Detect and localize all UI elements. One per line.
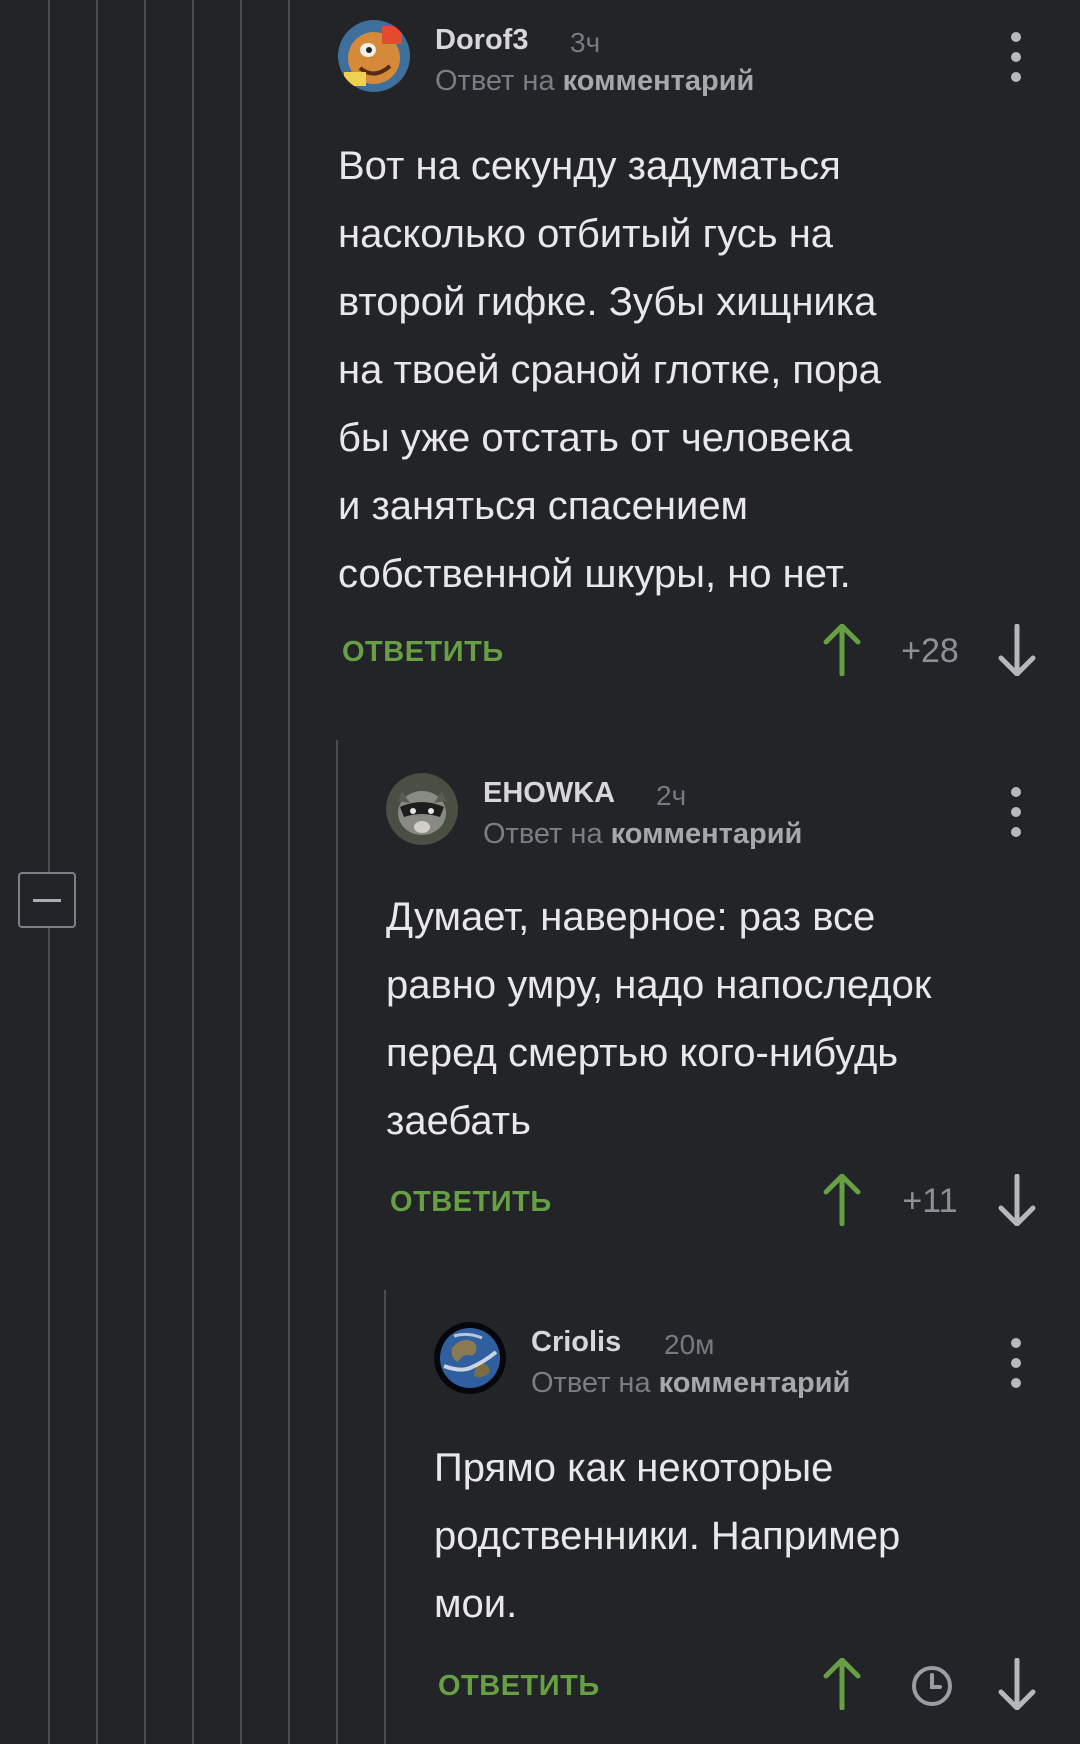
thread-line — [192, 0, 194, 1744]
reply-target-link[interactable]: комментарий — [659, 1367, 851, 1399]
earth-avatar-icon — [434, 1322, 506, 1394]
clock-icon — [912, 1666, 952, 1706]
downvote-arrow-icon[interactable] — [997, 1174, 1037, 1226]
comment-menu-icon[interactable] — [1006, 32, 1026, 92]
comment-text: Думает, наверное: раз все равно умру, на… — [386, 895, 932, 1143]
thread-line — [96, 0, 98, 1744]
thread-line — [240, 0, 242, 1744]
upvote-arrow-icon[interactable] — [822, 1174, 862, 1226]
thread-line — [384, 1290, 386, 1744]
reply-prefix: Ответ на — [531, 1367, 651, 1399]
user-avatar[interactable] — [386, 773, 458, 845]
rating-count: +28 — [901, 632, 959, 670]
thread-line — [336, 740, 338, 1744]
username[interactable]: Dorof3 — [435, 24, 528, 57]
reply-to-label: Ответ на комментарий — [531, 1367, 850, 1400]
reply-to-label: Ответ на комментарий — [435, 65, 754, 98]
comment-time: 3ч — [570, 27, 601, 58]
comment-time: 20м — [664, 1329, 715, 1360]
username[interactable]: EHOWKA — [483, 777, 615, 810]
comment-text: Прямо как некоторые родственники. Наприм… — [434, 1446, 901, 1626]
reply-button[interactable]: ОТВЕТИТЬ — [342, 636, 504, 669]
collapse-thread-button[interactable] — [18, 872, 76, 928]
thread-line — [288, 0, 290, 1744]
comment-time: 2ч — [656, 780, 687, 811]
username[interactable]: Criolis — [531, 1326, 621, 1359]
comment-menu-icon[interactable] — [1006, 787, 1026, 847]
comment: EHOWKA 2ч Ответ на комментарий Думает, н… — [386, 773, 1058, 1253]
cartoon-avatar-icon — [338, 20, 410, 92]
reply-button[interactable]: ОТВЕТИТЬ — [438, 1670, 600, 1703]
rating-count: +11 — [902, 1182, 958, 1220]
comment: Criolis 20м Ответ на комментарий Прямо к… — [434, 1322, 1058, 1722]
comment-text: Вот на секунду задуматься насколько отби… — [338, 144, 881, 596]
minus-icon — [33, 899, 61, 902]
comment: Dorof3 3ч Ответ на комментарий Вот на се… — [338, 20, 1058, 700]
user-avatar[interactable] — [434, 1322, 506, 1394]
user-avatar[interactable] — [338, 20, 410, 92]
reply-button[interactable]: ОТВЕТИТЬ — [390, 1186, 552, 1219]
upvote-arrow-icon[interactable] — [822, 624, 862, 676]
reply-target-link[interactable]: комментарий — [563, 65, 755, 97]
reply-prefix: Ответ на — [435, 65, 555, 97]
upvote-arrow-icon[interactable] — [822, 1658, 862, 1710]
comment-menu-icon[interactable] — [1006, 1338, 1026, 1398]
reply-to-label: Ответ на комментарий — [483, 818, 802, 851]
reply-prefix: Ответ на — [483, 818, 603, 850]
thread-line — [144, 0, 146, 1744]
downvote-arrow-icon[interactable] — [997, 624, 1037, 676]
downvote-arrow-icon[interactable] — [997, 1658, 1037, 1710]
reply-target-link[interactable]: комментарий — [611, 818, 803, 850]
raccoon-avatar-icon — [386, 773, 458, 845]
